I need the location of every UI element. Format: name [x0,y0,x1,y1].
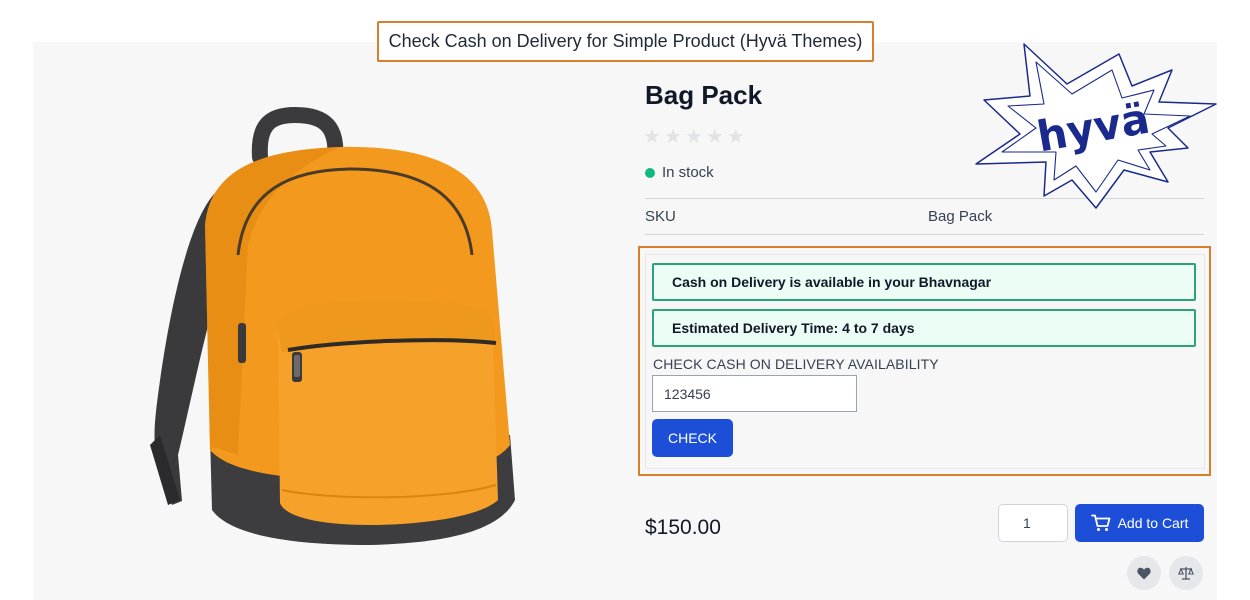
star-icon: ★ [726,126,745,148]
quantity-input[interactable] [998,504,1068,542]
check-button[interactable]: CHECK [652,419,733,457]
rating-stars[interactable]: ★ ★ ★ ★ ★ [643,127,745,147]
add-to-cart-label: Add to Cart [1117,515,1189,531]
star-icon: ★ [643,126,661,148]
star-icon: ★ [705,126,724,148]
cod-available-message: Cash on Delivery is available in your Bh… [652,263,1196,301]
delivery-time-message: Estimated Delivery Time: 4 to 7 days [652,309,1196,347]
compare-button[interactable] [1169,556,1203,590]
page-banner: Check Cash on Delivery for Simple Produc… [377,21,874,62]
product-price: $150.00 [645,516,721,539]
star-icon: ★ [684,126,703,148]
cart-icon [1090,514,1110,531]
product-title: Bag Pack [645,80,763,110]
cod-check-label: CHECK CASH ON DELIVERY AVAILABILITY [653,356,939,372]
cod-available-text: Cash on Delivery is available in your Bh… [672,274,992,290]
banner-title: Check Cash on Delivery for Simple Produc… [388,31,863,51]
scale-icon [1178,567,1194,580]
pincode-input[interactable] [652,375,857,412]
hyva-logo: hyvä [975,43,1217,209]
stock-label: In stock [662,164,714,181]
sku-label: SKU [645,208,676,225]
add-to-cart-button[interactable]: Add to Cart [1075,504,1204,542]
product-image [150,106,515,545]
star-icon: ★ [663,126,682,148]
stock-status: In stock [645,164,714,181]
delivery-time-text: Estimated Delivery Time: 4 to 7 days [672,320,915,336]
stock-dot-icon [645,167,655,178]
wishlist-button[interactable] [1127,556,1161,590]
heart-icon [1137,567,1151,579]
